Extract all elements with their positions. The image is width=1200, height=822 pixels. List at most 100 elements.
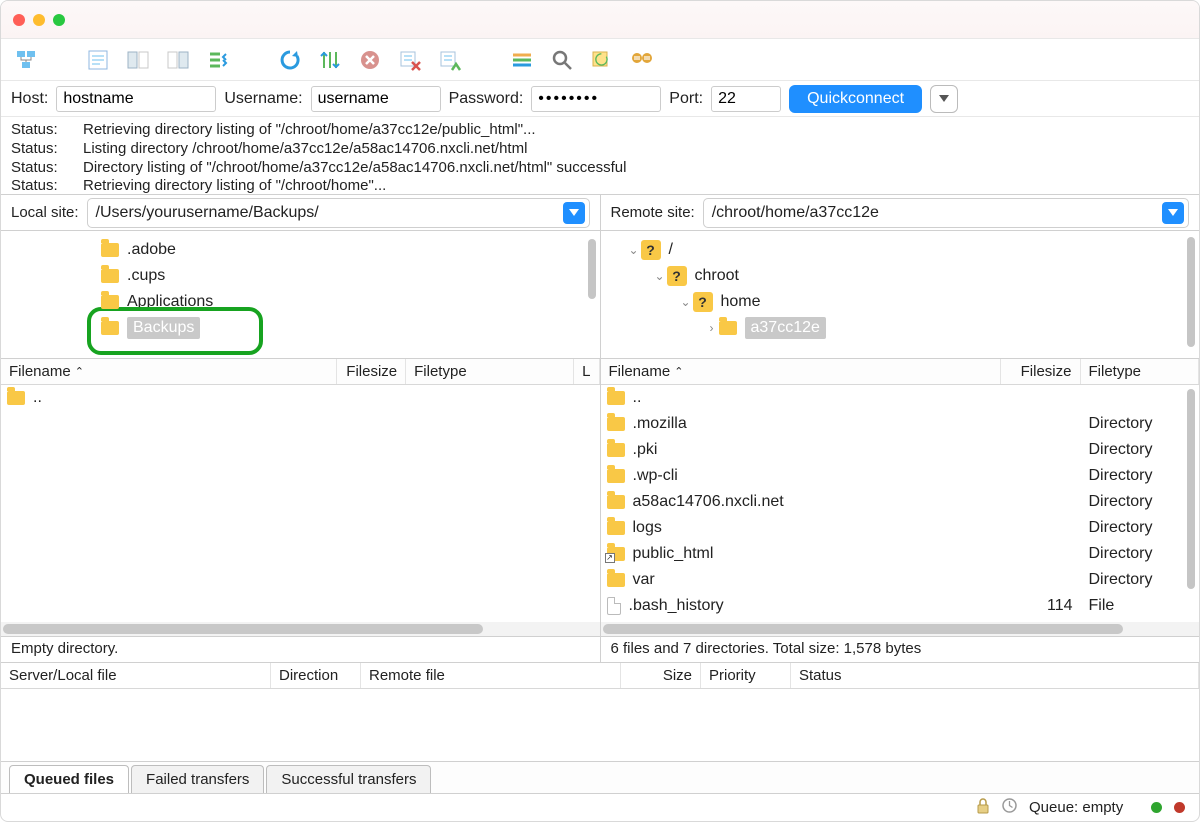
sync-browse-icon[interactable] <box>625 45 659 75</box>
log-label: Status: <box>11 177 65 195</box>
qcol-size[interactable]: Size <box>621 663 701 688</box>
file-row[interactable]: ↗public_htmlDirectory <box>601 541 1200 567</box>
scrollbar-thumb[interactable] <box>588 239 596 299</box>
unknown-folder-icon: ? <box>667 266 687 286</box>
file-name: .pki <box>633 441 658 459</box>
tab-queued-files[interactable]: Queued files <box>9 765 129 793</box>
status-indicator-red <box>1174 802 1185 813</box>
col-filetype[interactable]: Filetype <box>1089 363 1142 380</box>
minimize-window-button[interactable] <box>33 14 45 26</box>
maximize-window-button[interactable] <box>53 14 65 26</box>
quickconnect-history-dropdown[interactable] <box>930 85 958 113</box>
tree-item[interactable]: Applications <box>1 289 600 315</box>
tree-item[interactable]: ›a37cc12e <box>601 315 1200 341</box>
folder-icon <box>607 391 625 405</box>
tree-item[interactable]: .adobe <box>1 237 600 263</box>
file-name: public_html <box>633 545 714 563</box>
local-file-list[interactable]: .. <box>1 385 600 622</box>
folder-icon <box>607 443 625 457</box>
file-row[interactable]: .mozillaDirectory <box>601 411 1200 437</box>
username-label: Username: <box>224 90 302 108</box>
shortcut-overlay-icon: ↗ <box>605 553 615 563</box>
tree-item[interactable]: .cups <box>1 263 600 289</box>
local-path-dropdown-icon[interactable] <box>563 202 585 224</box>
file-row[interactable]: .wp-cliDirectory <box>601 463 1200 489</box>
file-row[interactable]: logsDirectory <box>601 515 1200 541</box>
folder-icon <box>607 495 625 509</box>
qcol-status[interactable]: Status <box>791 663 1199 688</box>
folder-icon <box>7 391 25 405</box>
local-file-panel: Filename ⌃ Filesize Filetype L .. <box>1 359 600 636</box>
filter-icon[interactable] <box>505 45 539 75</box>
host-input[interactable] <box>56 86 216 112</box>
qcol-remote[interactable]: Remote file <box>361 663 621 688</box>
toggle-remote-tree-icon[interactable] <box>161 45 195 75</box>
tab-failed-transfers[interactable]: Failed transfers <box>131 765 264 793</box>
scrollbar-thumb[interactable] <box>1187 389 1195 589</box>
qcol-server[interactable]: Server/Local file <box>1 663 271 688</box>
queue-columns-header[interactable]: Server/Local file Direction Remote file … <box>1 663 1199 689</box>
cancel-icon[interactable] <box>353 45 387 75</box>
username-input[interactable] <box>311 86 441 112</box>
col-filesize[interactable]: Filesize <box>1021 363 1072 380</box>
h-scrollbar[interactable] <box>1 622 600 636</box>
scrollbar-thumb[interactable] <box>1187 237 1195 347</box>
local-site-path-input[interactable]: /Users/yourusername/Backups/ <box>87 198 590 228</box>
file-row[interactable]: .. <box>1 385 600 411</box>
tree-item[interactable]: Backups <box>1 315 600 341</box>
tab-successful-transfers[interactable]: Successful transfers <box>266 765 431 793</box>
directory-trees: .adobe.cupsApplicationsBackups ⌄?/⌄?chro… <box>1 231 1199 359</box>
remote-file-list[interactable]: .. .mozillaDirectory.pkiDirectory.wp-cliD… <box>601 385 1200 622</box>
transfer-queue[interactable] <box>1 689 1199 761</box>
local-columns-header[interactable]: Filename ⌃ Filesize Filetype L <box>1 359 600 385</box>
remote-columns-header[interactable]: Filename⌃ Filesize Filetype <box>601 359 1200 385</box>
remote-tree[interactable]: ⌄?/⌄?chroot⌄?home›a37cc12e <box>600 231 1200 358</box>
qcol-direction[interactable]: Direction <box>271 663 361 688</box>
site-manager-icon[interactable] <box>9 45 43 75</box>
process-queue-icon[interactable] <box>313 45 347 75</box>
toggle-log-icon[interactable] <box>81 45 115 75</box>
port-input[interactable] <box>711 86 781 112</box>
file-row[interactable]: a58ac14706.nxcli.netDirectory <box>601 489 1200 515</box>
col-filename[interactable]: Filename <box>609 363 671 380</box>
file-row[interactable]: .pkiDirectory <box>601 437 1200 463</box>
sort-asc-icon: ⌃ <box>75 365 84 378</box>
tree-item[interactable]: ⌄?chroot <box>601 263 1200 289</box>
remote-path-dropdown-icon[interactable] <box>1162 202 1184 224</box>
chevron-down-icon[interactable]: ⌄ <box>679 295 693 309</box>
tree-item-label: / <box>669 241 673 259</box>
toggle-local-tree-icon[interactable] <box>121 45 155 75</box>
disconnect-icon[interactable] <box>393 45 427 75</box>
compare-icon[interactable] <box>585 45 619 75</box>
toggle-queue-icon[interactable] <box>201 45 235 75</box>
h-scrollbar[interactable] <box>601 622 1200 636</box>
message-log[interactable]: Status:Retrieving directory listing of "… <box>1 117 1199 195</box>
reconnect-icon[interactable] <box>433 45 467 75</box>
clock-icon <box>1002 798 1017 817</box>
search-icon[interactable] <box>545 45 579 75</box>
col-filesize[interactable]: Filesize <box>346 363 397 380</box>
file-row[interactable]: .bash_history114File <box>601 593 1200 619</box>
close-window-button[interactable] <box>13 14 25 26</box>
tree-item[interactable]: ⌄?home <box>601 289 1200 315</box>
tree-item[interactable]: ⌄?/ <box>601 237 1200 263</box>
main-toolbar <box>1 39 1199 81</box>
col-filetype[interactable]: Filetype <box>414 363 467 380</box>
remote-site-path-input[interactable]: /chroot/home/a37cc12e <box>703 198 1189 228</box>
quickconnect-button[interactable]: Quickconnect <box>789 85 922 113</box>
chevron-down-icon[interactable]: ⌄ <box>627 243 641 257</box>
file-row[interactable]: .. <box>601 385 1200 411</box>
remote-file-panel: Filename⌃ Filesize Filetype .. .mozillaDi… <box>600 359 1200 636</box>
qcol-priority[interactable]: Priority <box>701 663 791 688</box>
chevron-down-icon[interactable]: ⌄ <box>653 269 667 283</box>
refresh-icon[interactable] <box>273 45 307 75</box>
password-input[interactable] <box>531 86 661 112</box>
file-name: .mozilla <box>633 415 687 433</box>
folder-icon <box>607 469 625 483</box>
file-row[interactable]: varDirectory <box>601 567 1200 593</box>
file-name: .. <box>633 389 642 407</box>
col-lastmod[interactable]: L <box>582 363 590 380</box>
col-filename[interactable]: Filename <box>9 363 71 380</box>
chevron-right-icon[interactable]: › <box>705 321 719 335</box>
local-tree[interactable]: .adobe.cupsApplicationsBackups <box>1 231 600 358</box>
